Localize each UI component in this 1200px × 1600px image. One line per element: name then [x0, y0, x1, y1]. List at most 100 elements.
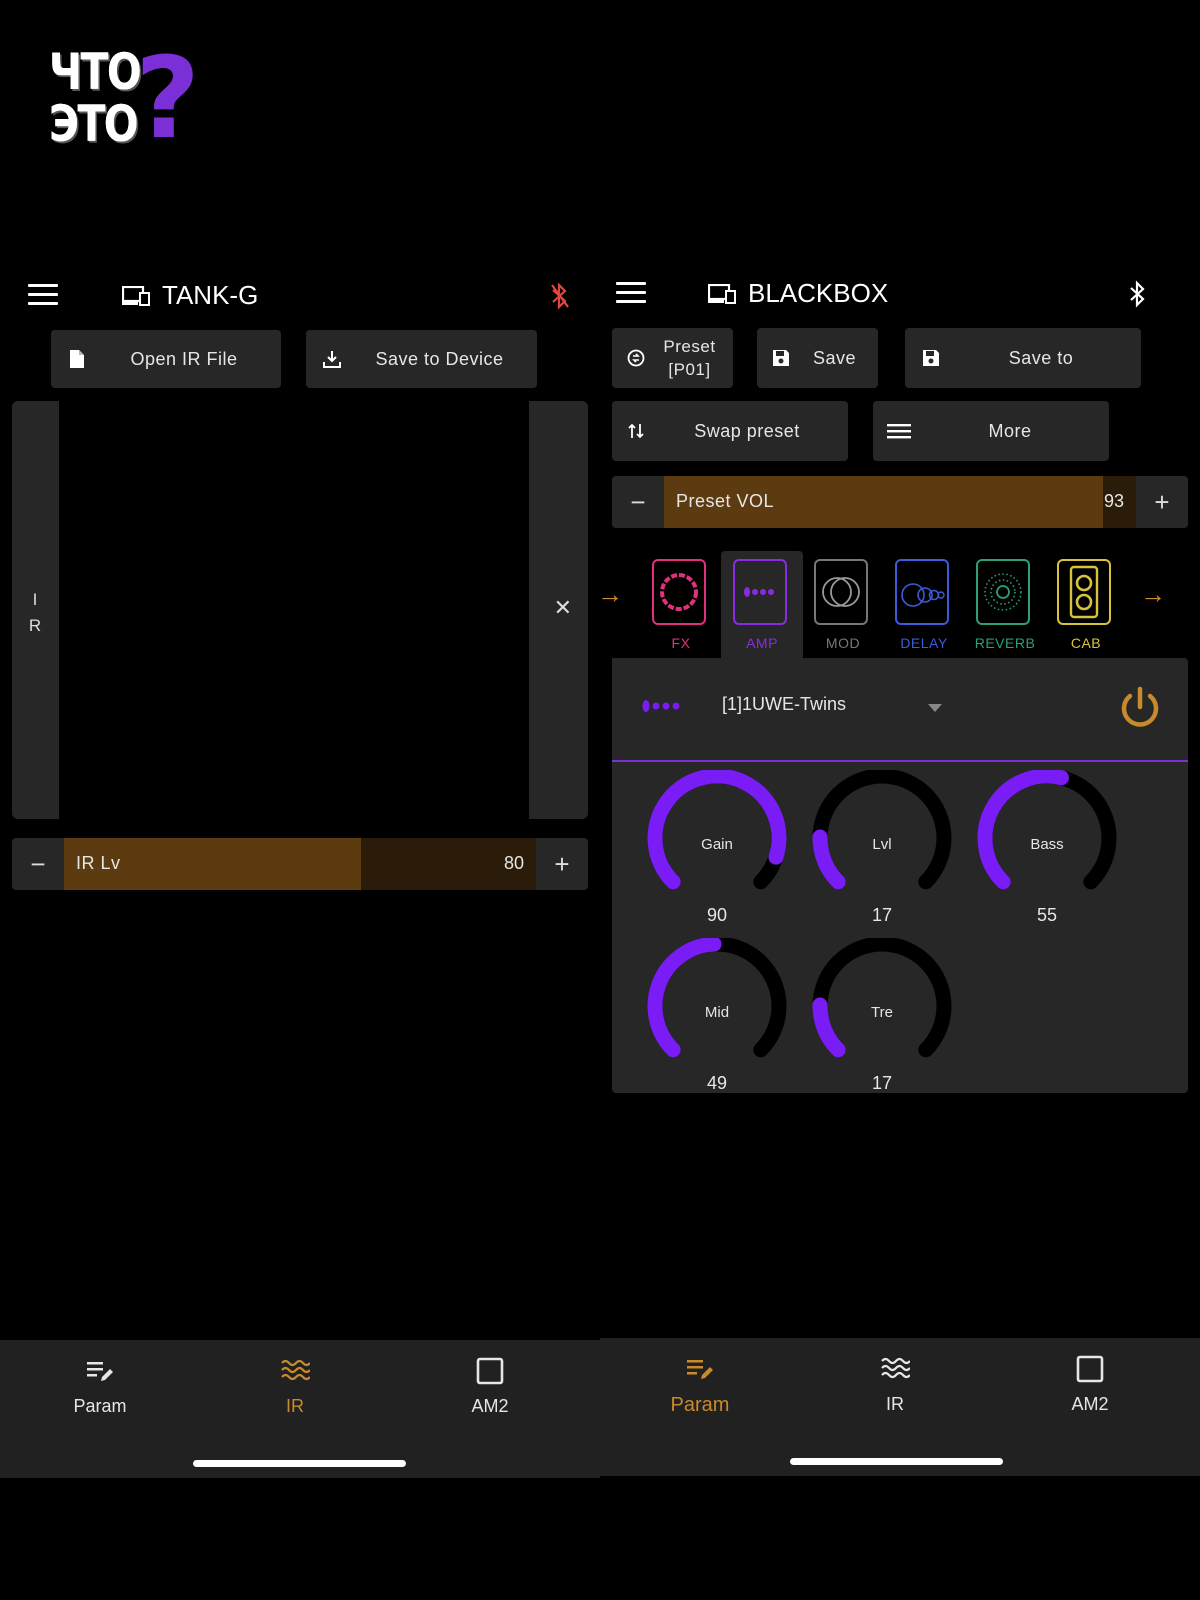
menu-icon[interactable] — [28, 284, 58, 308]
devices-icon — [708, 283, 736, 304]
logo-line-1: ЧТО — [49, 43, 142, 101]
ir-level-increase-button[interactable]: + — [536, 838, 588, 890]
module-amp-label: AMP — [746, 635, 778, 651]
menu-icon[interactable] — [616, 282, 646, 306]
edit-list-icon — [87, 1362, 113, 1381]
swap-preset-label: Swap preset — [694, 420, 800, 441]
knob-bass[interactable]: Bass 55 — [972, 768, 1122, 930]
module-mod[interactable]: MOD — [802, 551, 884, 661]
knob-track — [812, 936, 952, 1058]
knob-mid-label: Mid — [704, 1004, 730, 1021]
preset-number: [P01] — [668, 360, 711, 379]
edit-list-icon — [687, 1360, 713, 1379]
knob-mid[interactable]: Mid 49 — [642, 936, 792, 1098]
power-icon[interactable] — [1118, 686, 1162, 730]
knob-level-arc — [647, 768, 787, 890]
fx-icon — [652, 559, 706, 625]
home-indicator[interactable] — [193, 1460, 406, 1467]
ir-level-value: 80 — [503, 853, 524, 873]
sync-icon — [626, 348, 646, 368]
save-button[interactable]: Save — [757, 328, 878, 388]
open-ir-file-button[interactable]: Open IR File — [51, 330, 281, 388]
knob-track — [812, 768, 952, 890]
nav-param[interactable]: Param — [0, 1340, 200, 1440]
knob-mid-value: 49 — [706, 1073, 728, 1093]
device-name: BLACKBOX — [748, 278, 889, 308]
device-title: BLACKBOX — [708, 278, 888, 309]
left-bottom-nav: Param IR AM2 — [0, 1340, 600, 1478]
right-header: BLACKBOX — [600, 268, 1200, 328]
module-reverb[interactable]: REVERB — [964, 551, 1046, 661]
chevron-down-icon[interactable] — [928, 704, 942, 712]
module-delay[interactable]: DELAY — [883, 551, 965, 661]
preset-select-button[interactable]: Preset [P01] — [612, 328, 733, 388]
knob-gain-value: 90 — [706, 905, 728, 925]
preset-volume-decrease-button[interactable]: − — [612, 476, 664, 528]
nav-ir-label: IR — [286, 1396, 304, 1416]
nav-ir[interactable]: IR — [795, 1338, 995, 1438]
nav-param[interactable]: Param — [600, 1338, 800, 1438]
module-cab-label: CAB — [1070, 635, 1102, 651]
knob-level-arc — [647, 936, 722, 1058]
knob-tre-label: Tre — [871, 1004, 893, 1021]
save-to-device-button[interactable]: Save to Device — [306, 330, 537, 388]
more-button[interactable]: More — [873, 401, 1109, 461]
close-icon[interactable]: ✕ — [554, 595, 572, 621]
nav-am2[interactable]: AM2 — [990, 1338, 1190, 1438]
ir-display-panel: I R ✕ — [12, 401, 588, 819]
module-delay-label: DELAY — [900, 635, 948, 651]
nav-am2[interactable]: AM2 — [390, 1340, 590, 1440]
ir-waveform-area — [59, 401, 529, 819]
ir-side-label[interactable]: I R — [28, 587, 42, 639]
preset-volume-increase-button[interactable]: + — [1136, 476, 1188, 528]
module-cab[interactable]: CAB — [1045, 551, 1127, 661]
preset-volume-slider[interactable]: − Preset VOL 93 + — [612, 476, 1188, 528]
amp-icon — [642, 700, 680, 712]
ir-level-track[interactable]: IR Lv 80 — [64, 838, 536, 890]
swap-preset-button[interactable]: Swap preset — [612, 401, 848, 461]
knob-tre[interactable]: Tre 17 — [807, 936, 957, 1098]
waves-icon — [281, 1359, 310, 1381]
ir-level-label: IR Lv — [76, 853, 121, 873]
nav-param-label: Param — [670, 1394, 730, 1416]
nav-am2-label: AM2 — [1071, 1394, 1109, 1414]
right-panel-blackbox: BLACKBOX Preset [P01] Save Save to Swap … — [597, 268, 1200, 1484]
module-amp[interactable]: AMP — [721, 551, 803, 661]
save-label: Save — [812, 347, 857, 368]
more-label: More — [988, 420, 1032, 441]
ir-level-decrease-button[interactable]: − — [12, 838, 64, 890]
right-bottom-nav: Param IR AM2 — [600, 1338, 1200, 1476]
amp-settings-card: [1]1UWE-Twins Gain 90 Lvl 17 Bass 55 Mid… — [612, 658, 1188, 1093]
home-indicator[interactable] — [790, 1458, 1003, 1465]
knob-bass-label: Bass — [1030, 836, 1064, 853]
save-to-label: Save to — [1008, 347, 1074, 368]
bluetooth-icon[interactable] — [1128, 280, 1148, 308]
preset-volume-track[interactable]: Preset VOL 93 — [664, 476, 1136, 528]
cab-icon — [1057, 559, 1111, 625]
square-icon — [1076, 1355, 1104, 1383]
save-to-button[interactable]: Save to — [905, 328, 1141, 388]
module-mod-label: MOD — [825, 635, 861, 651]
module-fx[interactable]: FX — [640, 551, 722, 661]
bluetooth-disabled-icon[interactable] — [550, 282, 570, 310]
effect-chain: → FX AMP MOD DELAY REVERB CAB → — [597, 551, 1200, 661]
knob-tre-value: 17 — [871, 1073, 893, 1093]
module-fx-label: FX — [671, 635, 691, 651]
amp-model-dropdown[interactable]: [1]1UWE-Twins — [722, 694, 846, 715]
waves-icon — [881, 1357, 910, 1379]
knob-lvl-value: 17 — [871, 905, 893, 925]
left-panel-tank-g: TANK-G Open IR File Save to Device I R ✕… — [0, 268, 600, 1484]
knob-gain[interactable]: Gain 90 — [642, 768, 792, 930]
knob-lvl[interactable]: Lvl 17 — [807, 768, 957, 930]
devices-icon — [122, 285, 150, 306]
square-icon — [476, 1357, 504, 1385]
nav-ir[interactable]: IR — [195, 1340, 395, 1440]
device-title: TANK-G — [122, 280, 258, 311]
mod-icon — [814, 559, 868, 625]
reverb-icon — [976, 559, 1030, 625]
delay-icon — [895, 559, 949, 625]
ir-level-slider[interactable]: − IR Lv 80 + — [12, 838, 588, 890]
menu-icon — [887, 421, 911, 441]
chain-arrow-out-icon: → — [1140, 579, 1166, 609]
logo-line-2: ЭТО — [49, 95, 139, 153]
